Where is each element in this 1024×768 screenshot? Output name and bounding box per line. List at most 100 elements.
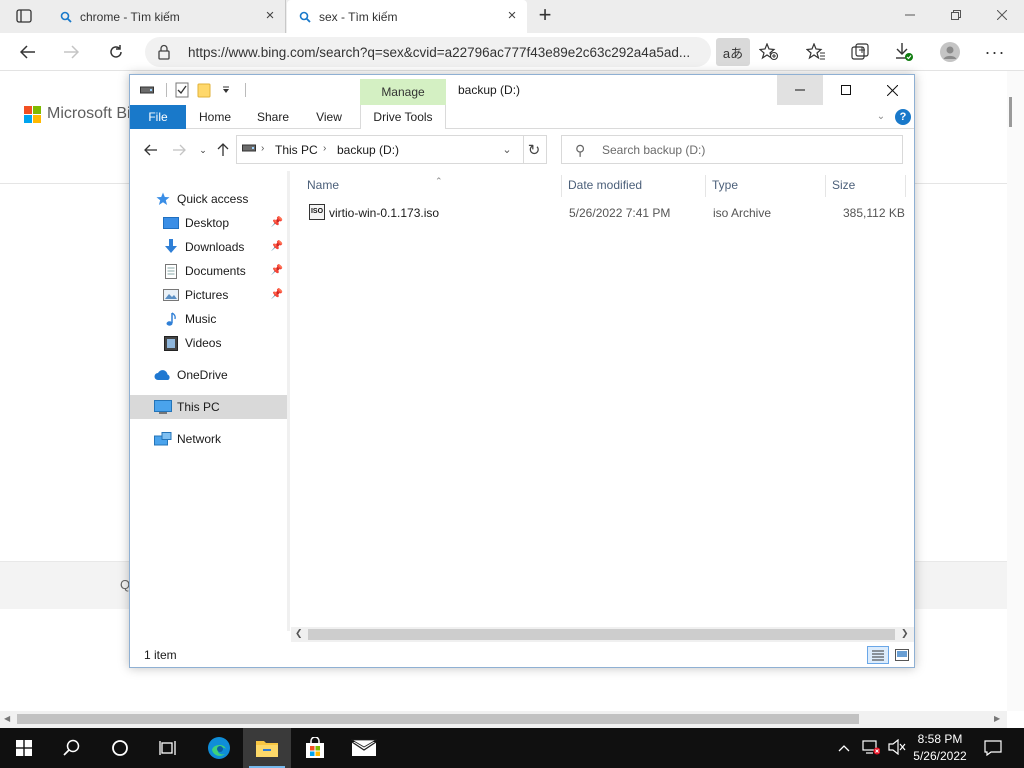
file-row[interactable]: ISO virtio-win-0.1.173.iso 5/26/2022 7:4… <box>291 201 914 225</box>
up-button[interactable] <box>212 140 234 160</box>
column-divider[interactable] <box>905 175 906 197</box>
search-placeholder[interactable]: Search backup (D:) <box>602 143 705 157</box>
browser-restore-button[interactable] <box>933 0 979 30</box>
back-button[interactable] <box>14 38 42 66</box>
ribbon-tab-drive-tools[interactable]: Drive Tools <box>360 105 446 129</box>
clock[interactable]: 8:58 PM 5/26/2022 <box>904 731 976 765</box>
mail-taskbar-button[interactable] <box>340 728 388 768</box>
column-header-size[interactable]: Size <box>826 171 904 199</box>
explorer-title-bar[interactable]: Manage backup (D:) <box>130 75 915 106</box>
start-button[interactable] <box>0 728 48 768</box>
nav-this-pc[interactable]: This PC <box>130 395 287 419</box>
nav-videos[interactable]: Videos <box>130 331 287 355</box>
scrollbar-thumb[interactable] <box>308 629 895 640</box>
manage-contextual-tab[interactable]: Manage <box>360 79 446 106</box>
show-hidden-icons-chevron-icon[interactable] <box>838 741 850 755</box>
settings-more-button[interactable]: ··· <box>981 39 1009 65</box>
pin-icon[interactable]: 📌 <box>271 241 283 252</box>
file-list-horizontal-scrollbar[interactable]: ❮ ❯ <box>291 627 914 642</box>
browser-close-button[interactable] <box>979 0 1024 30</box>
breadcrumb-chevron-icon[interactable]: › <box>323 143 326 154</box>
pin-icon[interactable]: 📌 <box>271 265 283 276</box>
profile-button[interactable] <box>936 39 964 65</box>
new-folder-icon[interactable] <box>195 82 213 98</box>
scroll-left-icon[interactable]: ◀ <box>4 714 10 723</box>
breadcrumb-backup-d[interactable]: backup (D:) <box>337 143 399 157</box>
column-header-type[interactable]: Type <box>706 171 824 199</box>
breadcrumb-chevron-icon[interactable]: › <box>261 143 264 154</box>
favorites-button[interactable] <box>802 39 830 65</box>
add-favorite-button[interactable] <box>755 39 783 65</box>
ribbon-tab-share[interactable]: Share <box>248 105 298 129</box>
search-box[interactable]: ⚲ Search backup (D:) <box>561 135 903 164</box>
minimize-button[interactable] <box>777 75 823 105</box>
close-tab-icon[interactable]: × <box>263 8 277 23</box>
nav-documents[interactable]: Documents 📌 <box>130 259 287 283</box>
refresh-button[interactable]: ↻ <box>522 135 547 164</box>
collections-button[interactable] <box>846 39 874 65</box>
lock-icon[interactable] <box>157 44 171 60</box>
refresh-button[interactable] <box>102 38 130 66</box>
recent-locations-button[interactable]: ⌄ <box>192 140 214 160</box>
browser-minimize-button[interactable] <box>887 0 933 30</box>
network-status-icon[interactable] <box>862 739 881 758</box>
nav-downloads[interactable]: Downloads 📌 <box>130 235 287 259</box>
pin-icon[interactable]: 📌 <box>271 217 283 228</box>
ribbon-tab-file[interactable]: File <box>130 105 186 129</box>
ribbon-tab-view[interactable]: View <box>304 105 354 129</box>
file-explorer-taskbar-button[interactable] <box>243 728 291 768</box>
details-view-button[interactable] <box>867 646 889 664</box>
file-type: iso Archive <box>713 206 772 220</box>
nav-pictures[interactable]: Pictures 📌 <box>130 283 287 307</box>
browser-tab-active[interactable]: sex - Tìm kiếm × <box>287 0 527 33</box>
explorer-address-bar[interactable]: › This PC › backup (D:) <box>236 135 524 164</box>
expand-ribbon-icon[interactable]: ⌄ <box>874 111 888 125</box>
maximize-icon <box>841 85 851 95</box>
scrollbar-thumb[interactable] <box>1009 97 1012 127</box>
browser-tab-chrome[interactable]: chrome - Tìm kiếm × <box>48 0 286 33</box>
notifications-button[interactable] <box>978 728 1008 768</box>
task-view-button[interactable] <box>144 728 192 768</box>
breadcrumb-this-pc[interactable]: This PC <box>275 143 318 157</box>
nav-desktop[interactable]: Desktop 📌 <box>130 211 287 235</box>
nav-quick-access[interactable]: Quick access <box>130 187 287 211</box>
scroll-left-icon[interactable]: ❮ <box>295 628 303 639</box>
customize-qat-icon[interactable] <box>217 82 235 98</box>
scrollbar-thumb[interactable] <box>17 714 859 724</box>
downloads-button[interactable] <box>890 39 918 65</box>
cloud-icon <box>154 367 172 383</box>
address-bar[interactable]: https://www.bing.com/search?q=sex&cvid=a… <box>145 37 711 67</box>
store-taskbar-button[interactable] <box>291 728 339 768</box>
edge-taskbar-button[interactable] <box>195 728 243 768</box>
nav-onedrive[interactable]: OneDrive <box>130 363 287 387</box>
properties-icon[interactable] <box>173 82 191 98</box>
scroll-right-icon[interactable]: ▶ <box>994 714 1000 723</box>
collections-icon <box>851 43 869 60</box>
help-icon[interactable]: ? <box>895 109 911 125</box>
large-icons-view-button[interactable] <box>891 646 913 664</box>
page-vertical-scrollbar[interactable] <box>1007 71 1024 711</box>
nav-music[interactable]: Music <box>130 307 287 331</box>
navigation-pane-scrollbar[interactable] <box>287 171 290 631</box>
forward-button[interactable] <box>168 140 190 160</box>
close-button[interactable] <box>869 75 915 105</box>
translate-button[interactable]: aあ <box>716 38 750 66</box>
search-button[interactable] <box>48 728 96 768</box>
nav-network[interactable]: Network <box>130 427 287 451</box>
address-history-dropdown[interactable]: ⌄ <box>496 135 518 164</box>
cortana-button[interactable] <box>96 728 144 768</box>
forward-button[interactable] <box>57 38 85 66</box>
new-tab-button[interactable]: + <box>534 4 556 27</box>
column-header-date[interactable]: Date modified <box>562 171 704 199</box>
page-horizontal-scrollbar[interactable]: ◀ ▶ <box>0 711 1007 728</box>
url-text[interactable]: https://www.bing.com/search?q=sex&cvid=a… <box>188 45 708 60</box>
column-header-name[interactable]: ⌃ Name <box>301 171 556 199</box>
close-tab-icon[interactable]: × <box>505 8 519 23</box>
tab-actions-button[interactable] <box>8 5 40 27</box>
ribbon-tab-home[interactable]: Home <box>190 105 240 129</box>
maximize-button[interactable] <box>823 75 869 105</box>
nav-label: OneDrive <box>177 368 228 382</box>
scroll-right-icon[interactable]: ❯ <box>901 628 909 639</box>
pin-icon[interactable]: 📌 <box>271 289 283 300</box>
back-button[interactable] <box>140 140 162 160</box>
